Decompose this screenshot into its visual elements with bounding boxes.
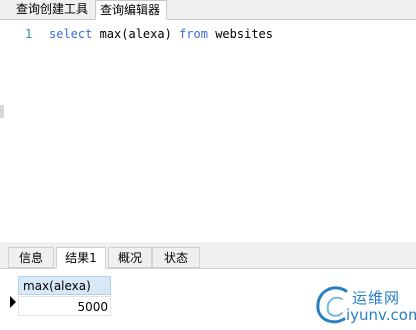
code-table-name: websites xyxy=(207,27,273,41)
keyword-from: from xyxy=(179,27,208,41)
code-expression: max(alexa) xyxy=(92,27,180,41)
editor-side-marker xyxy=(0,105,4,118)
result-tab-bar: 信息 结果1 概况 状态 xyxy=(0,247,416,269)
tab-result-1[interactable]: 结果1 xyxy=(56,247,106,269)
keyword-select: select xyxy=(49,27,93,41)
tab-info[interactable]: 信息 xyxy=(8,247,54,268)
watermark-chinese-text: 运维网 xyxy=(352,289,401,307)
sql-editor[interactable]: 1 select max(alexa) from websites xyxy=(0,20,416,242)
table-cell[interactable]: 5000 xyxy=(18,296,111,316)
tab-query-builder[interactable]: 查询创建工具 xyxy=(12,0,94,19)
tab-profile[interactable]: 概况 xyxy=(108,247,152,268)
code-line[interactable]: 1 select max(alexa) from websites xyxy=(0,26,416,42)
tab-query-editor[interactable]: 查询编辑器 xyxy=(95,0,167,20)
line-number: 1 xyxy=(25,27,33,41)
tab-status[interactable]: 状态 xyxy=(152,247,200,268)
watermark-logo: 运维网 iyunv.com xyxy=(312,281,416,327)
current-row-indicator-icon xyxy=(10,296,16,308)
sql-code: select max(alexa) from websites xyxy=(49,26,273,42)
column-header[interactable]: max(alexa) xyxy=(18,276,111,295)
query-tab-bar: 查询创建工具 查询编辑器 xyxy=(0,0,416,20)
watermark-domain-text: iyunv.com xyxy=(346,306,416,324)
